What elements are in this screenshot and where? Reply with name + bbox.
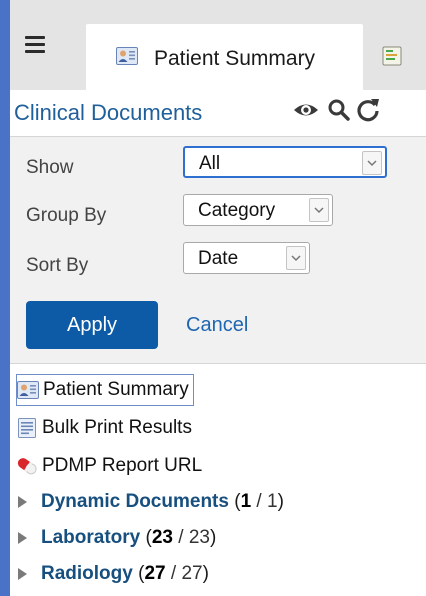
app-panel: Patient Summary Clinical Documents Show: [10, 0, 426, 596]
filter-panel: Show All Group By Category Sort By Date …: [10, 136, 426, 364]
expand-caret-icon[interactable]: [18, 532, 27, 544]
sort-by-select-value: Date: [198, 248, 239, 269]
tree-item-label: PDMP Report URL: [42, 455, 203, 476]
group-by-select-value: Category: [198, 200, 276, 221]
sort-by-select[interactable]: Date: [183, 242, 310, 274]
category-label: Laboratory (23 / 23): [41, 527, 217, 548]
tree-category-laboratory[interactable]: Laboratory (23 / 23): [16, 522, 216, 554]
chevron-down-icon[interactable]: [309, 198, 329, 222]
group-by-select[interactable]: Category: [183, 194, 333, 226]
chevron-down-icon[interactable]: [286, 246, 306, 270]
page-title: Clinical Documents: [14, 100, 203, 125]
tree-category-dynamic-documents[interactable]: Dynamic Documents (1 / 1): [16, 486, 284, 518]
chevron-down-icon[interactable]: [362, 151, 382, 175]
eye-icon[interactable]: [291, 95, 321, 125]
flowsheet-icon[interactable]: [382, 46, 402, 66]
search-icon[interactable]: [324, 95, 354, 125]
documents-header: Clinical Documents: [10, 90, 426, 136]
cancel-link[interactable]: Cancel: [186, 314, 248, 337]
category-label: Dynamic Documents (1 / 1): [41, 491, 284, 512]
patient-summary-icon: [116, 47, 138, 65]
tab-label: Patient Summary: [154, 47, 316, 70]
refresh-icon[interactable]: [353, 95, 383, 125]
apply-button[interactable]: Apply: [26, 301, 158, 349]
show-select[interactable]: All: [183, 146, 387, 178]
tab-patient-summary[interactable]: Patient Summary: [86, 24, 363, 90]
tree-item-label: Bulk Print Results: [42, 417, 192, 438]
tree-item-patient-summary[interactable]: Patient Summary: [16, 374, 194, 406]
patient-summary-icon: [17, 381, 39, 399]
document-icon: [18, 418, 36, 438]
tab-bar: Patient Summary: [10, 0, 426, 91]
pill-icon: [17, 458, 37, 475]
show-select-value: All: [199, 153, 221, 174]
sort-by-label: Sort By: [26, 255, 89, 276]
show-label: Show: [26, 157, 74, 178]
hamburger-menu-icon[interactable]: [25, 36, 45, 54]
expand-caret-icon[interactable]: [18, 496, 27, 508]
document-tree: Patient Summary Bulk Print Results PDMP …: [10, 368, 426, 596]
tree-category-radiology[interactable]: Radiology (27 / 27): [16, 558, 209, 590]
tree-item-bulk-print-results[interactable]: Bulk Print Results: [16, 412, 192, 444]
tree-item-label: Patient Summary: [43, 379, 189, 400]
expand-caret-icon[interactable]: [18, 568, 27, 580]
tree-item-pdmp-report-url[interactable]: PDMP Report URL: [16, 450, 202, 482]
group-by-label: Group By: [26, 205, 107, 226]
category-label: Radiology (27 / 27): [41, 563, 209, 584]
